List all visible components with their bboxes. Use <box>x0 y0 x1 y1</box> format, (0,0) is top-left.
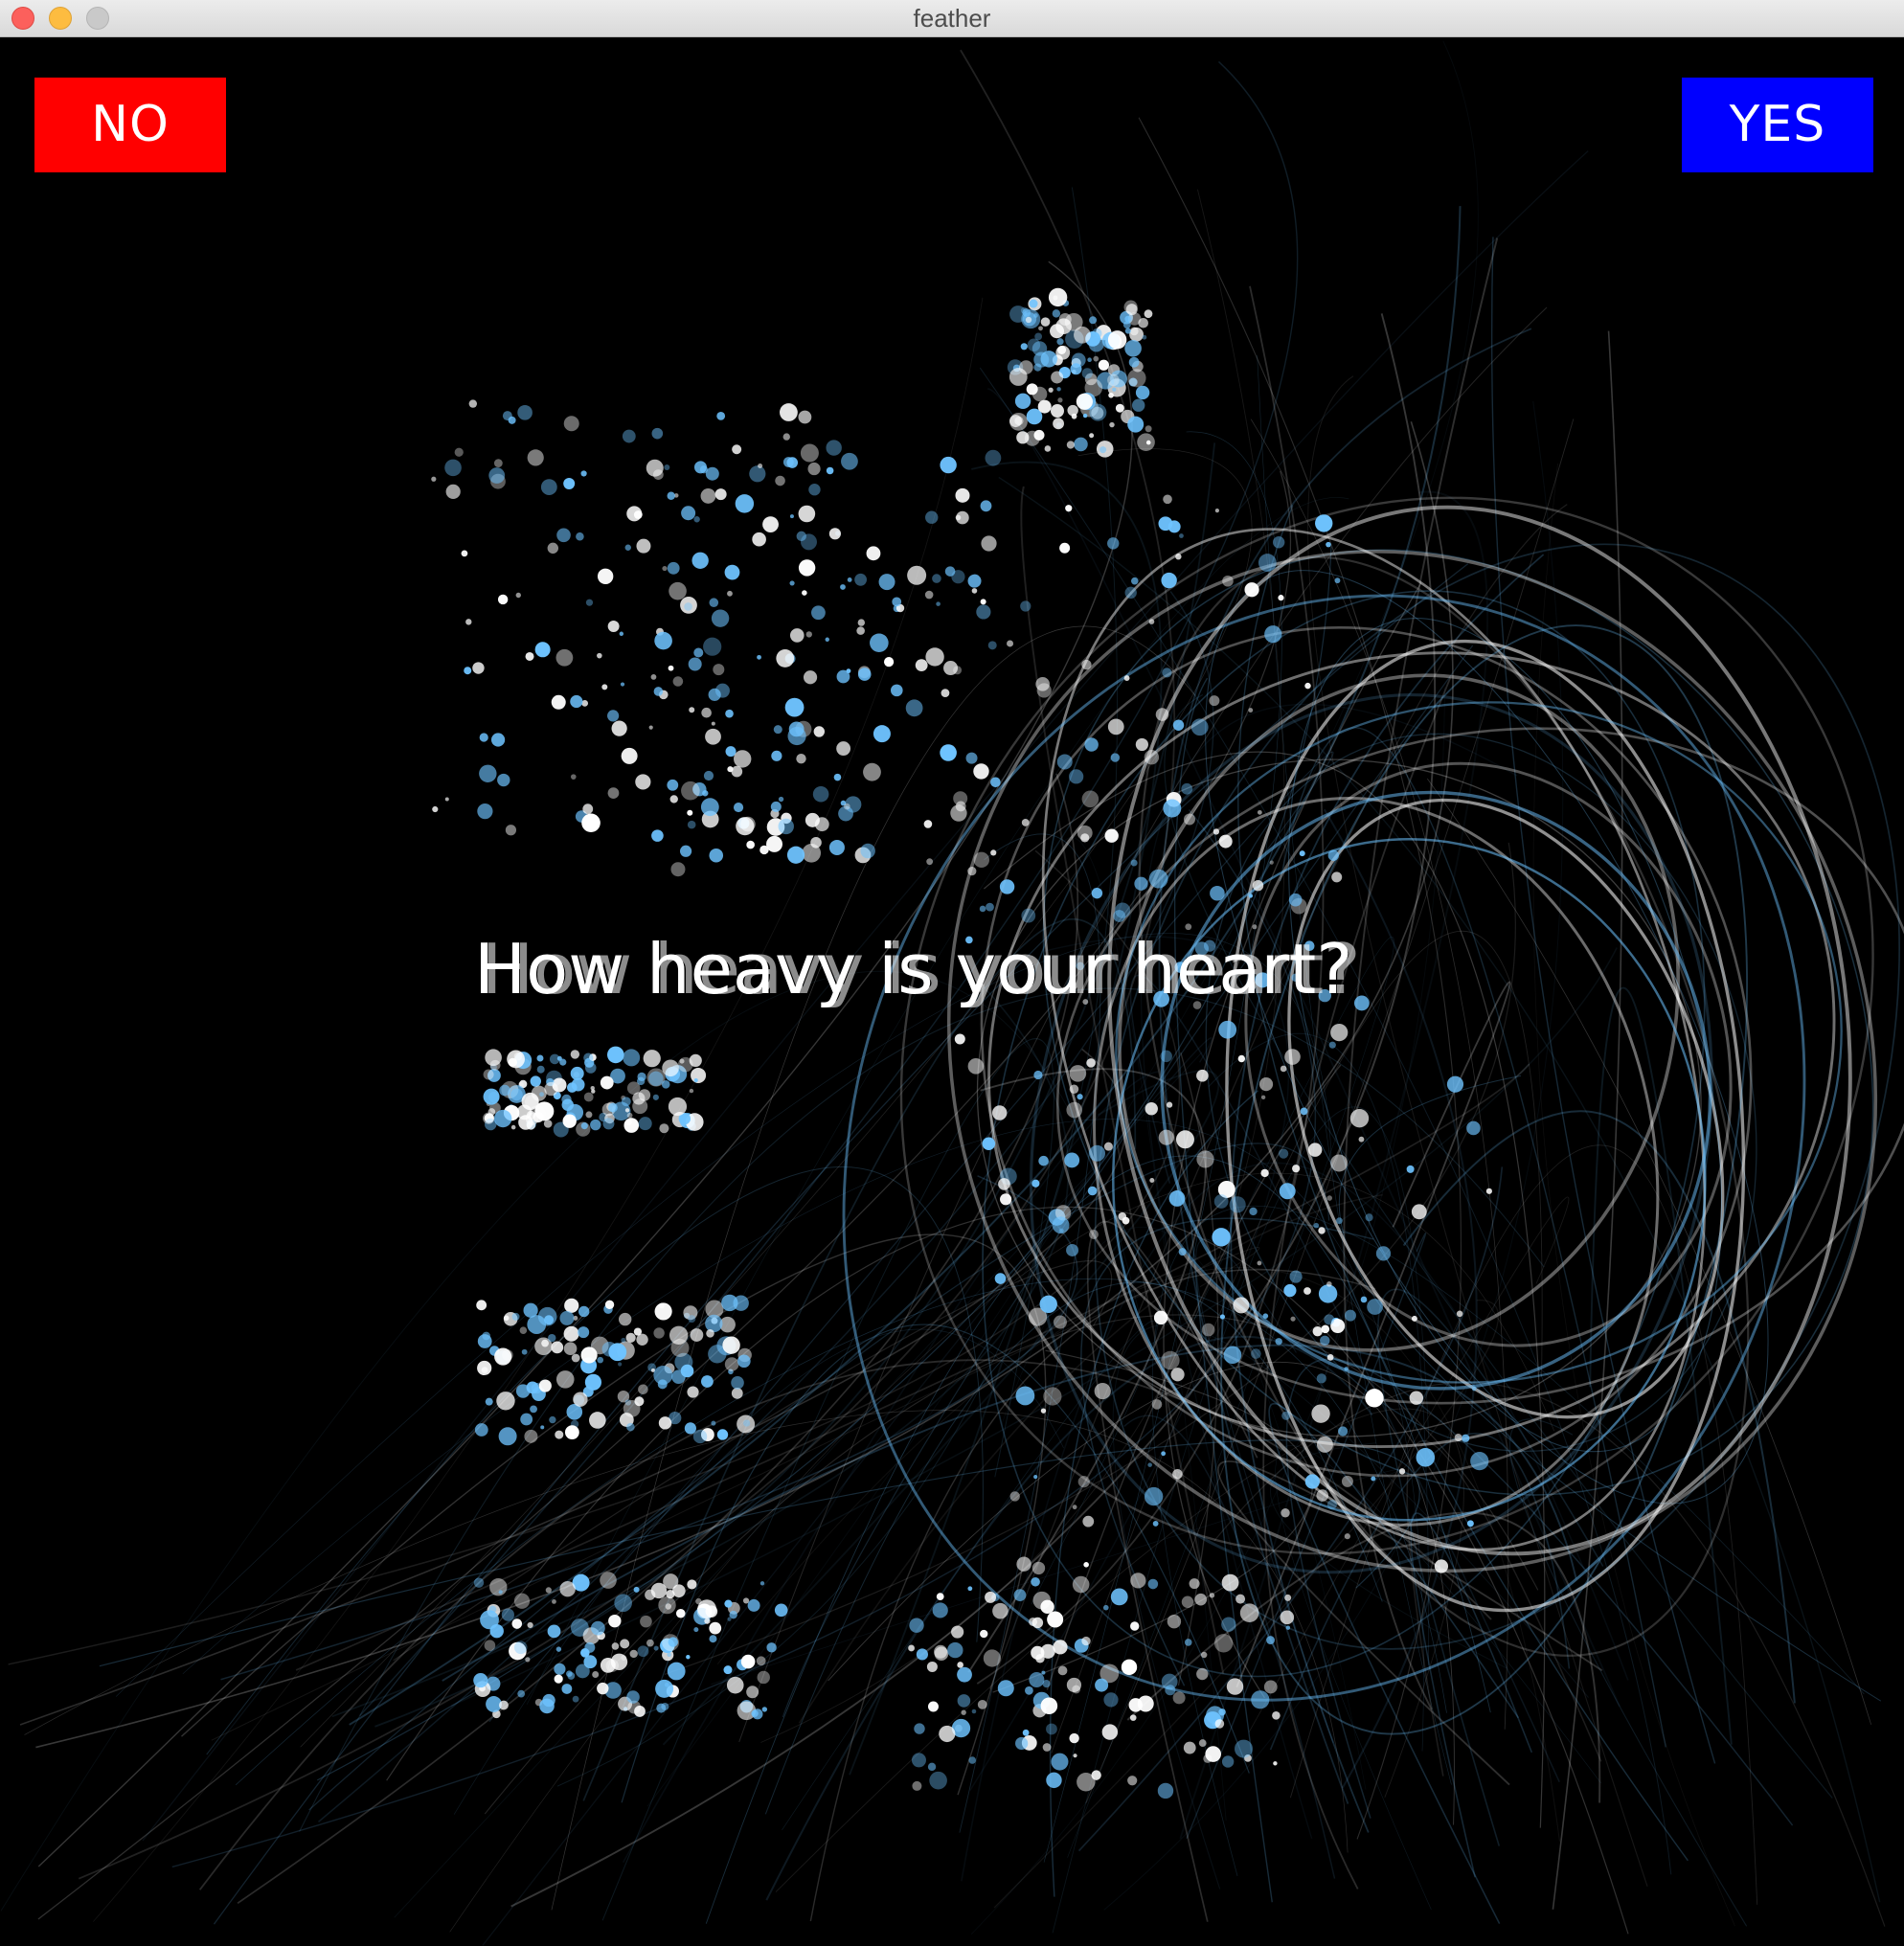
no-button[interactable]: NO <box>34 78 226 172</box>
title-bar: feather <box>0 0 1904 37</box>
app-window: feather NO YES How heavy is your heart? … <box>0 0 1904 1946</box>
particle-visualization <box>0 40 1904 1946</box>
particle-canvas: NO YES How heavy is your heart? How heav… <box>0 38 1904 1946</box>
window-title: feather <box>913 4 991 33</box>
yes-button[interactable]: YES <box>1682 78 1873 172</box>
